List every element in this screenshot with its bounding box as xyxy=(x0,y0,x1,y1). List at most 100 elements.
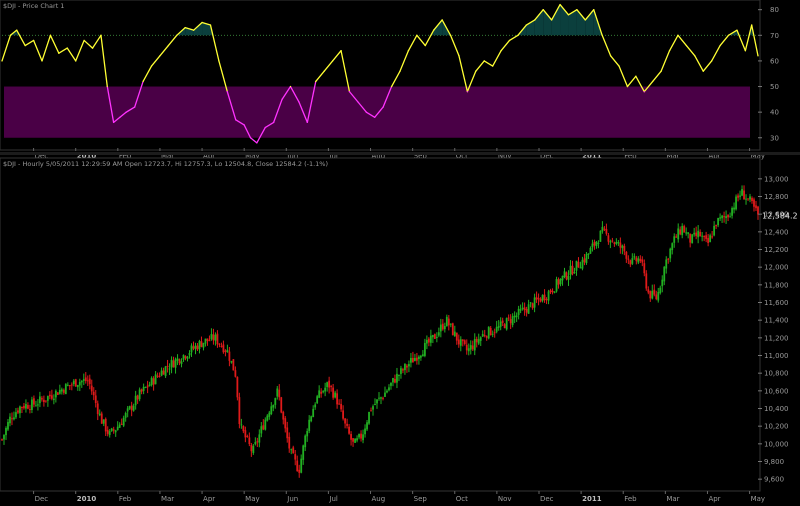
candle-body xyxy=(200,341,203,347)
candle-body xyxy=(485,336,488,338)
pane-splitter[interactable] xyxy=(0,152,800,155)
price-x-tick-label: May xyxy=(751,495,765,503)
candle-body xyxy=(136,395,139,400)
candle-body xyxy=(751,198,753,202)
price-y-tick-label: 10,200 xyxy=(764,423,789,431)
candle-body xyxy=(523,307,526,311)
candle-body xyxy=(342,410,344,419)
price-y-tick-label: 10,400 xyxy=(764,405,789,413)
candle-body xyxy=(62,389,65,393)
candle-body xyxy=(84,377,87,382)
candle-body xyxy=(226,349,229,353)
oscillator-point xyxy=(184,27,186,29)
candle-body xyxy=(451,323,454,336)
candle-body xyxy=(68,385,71,387)
candle-body xyxy=(266,415,269,421)
candle-body xyxy=(605,229,608,234)
candle-body xyxy=(158,375,161,377)
candle-body xyxy=(445,316,448,327)
candle-body xyxy=(156,375,159,377)
price-x-tick-label: Jul xyxy=(328,495,338,503)
candle-body xyxy=(435,336,438,338)
candle-body xyxy=(206,338,209,341)
candle-body xyxy=(13,417,15,420)
candle-body xyxy=(453,331,456,337)
price-x-tick-label: Apr xyxy=(708,495,720,503)
candle-body xyxy=(659,287,662,294)
candle-body xyxy=(52,398,55,400)
candle-body xyxy=(545,299,548,301)
oscillator-point xyxy=(9,34,12,36)
oscillator-point xyxy=(727,34,730,36)
candle-body xyxy=(362,434,364,441)
candle-body xyxy=(168,368,171,370)
candle-body xyxy=(499,321,502,327)
candle-body xyxy=(110,428,113,431)
candle-body xyxy=(11,418,13,420)
candle-body xyxy=(543,294,546,301)
price-chart[interactable]: $DJI - Price Chart 1 30 40 50 60 70 80 Dec 201… xyxy=(0,0,800,506)
candle-body xyxy=(412,357,414,363)
oscillator-point xyxy=(298,101,300,103)
candle-body xyxy=(184,356,187,359)
oscillator-point xyxy=(390,85,393,88)
candle-body xyxy=(729,216,731,218)
price-x-tick-label: Dec xyxy=(540,495,554,503)
price-pane[interactable]: $DJI - Hourly 5/05/2011 12:29:59 AM Open… xyxy=(0,157,798,503)
candle-body xyxy=(587,253,590,255)
candle-body xyxy=(699,231,702,237)
oscillator-point xyxy=(281,98,283,100)
candle-body xyxy=(178,359,181,364)
candle-body xyxy=(250,444,253,452)
candle-body xyxy=(130,405,133,411)
oscillator-point xyxy=(323,70,325,72)
candle-body xyxy=(368,411,370,424)
candle-body xyxy=(741,189,743,196)
candle-body xyxy=(429,335,432,343)
oscillator-point xyxy=(16,29,18,31)
oscillator-point xyxy=(315,80,317,83)
candle-body xyxy=(38,396,41,404)
price-y-tick-label: 9,600 xyxy=(764,476,784,484)
candle-body xyxy=(437,332,440,336)
candle-body xyxy=(324,387,327,392)
candle-body xyxy=(228,351,231,361)
candle-body xyxy=(425,339,428,344)
candle-body xyxy=(619,242,622,248)
candle-body xyxy=(539,298,542,302)
oscillator-point xyxy=(517,34,519,36)
oscillator-point xyxy=(66,47,68,49)
oscillator-point xyxy=(24,44,26,47)
candle-body xyxy=(120,423,123,425)
candle-body xyxy=(248,437,251,445)
candle-body xyxy=(433,334,436,339)
oscillator-point xyxy=(475,70,477,72)
candle-body xyxy=(549,290,552,293)
candle-body xyxy=(292,447,295,454)
oscillator-pane[interactable]: $DJI - Price Chart 1 304050607080 Dec 201… xyxy=(0,0,779,160)
oscillator-point xyxy=(719,44,721,47)
candle-body xyxy=(46,396,49,401)
candle-body xyxy=(719,217,722,219)
price-x-tick-label: Aug xyxy=(372,495,386,503)
price-y-tick-label: 13,000 xyxy=(764,175,789,183)
oscillator-point xyxy=(134,106,136,108)
price-y-tick-label: 11,400 xyxy=(764,317,789,325)
price-x-tick-label: Mar xyxy=(161,495,174,503)
candle-body xyxy=(264,419,267,430)
candle-body xyxy=(164,366,167,377)
candle-body xyxy=(242,426,245,432)
candle-body xyxy=(48,394,51,397)
candle-body xyxy=(406,365,408,368)
candle-body xyxy=(182,354,185,360)
candle-body xyxy=(332,387,335,398)
oscillator-point xyxy=(593,9,595,11)
candle-body xyxy=(675,236,678,238)
candle-body xyxy=(483,335,486,337)
candle-body xyxy=(100,413,103,424)
candle-body xyxy=(517,308,520,315)
oscillator-point xyxy=(668,50,671,52)
candle-body xyxy=(565,272,568,280)
candle-body xyxy=(272,404,275,408)
oscillator-point xyxy=(100,34,102,36)
